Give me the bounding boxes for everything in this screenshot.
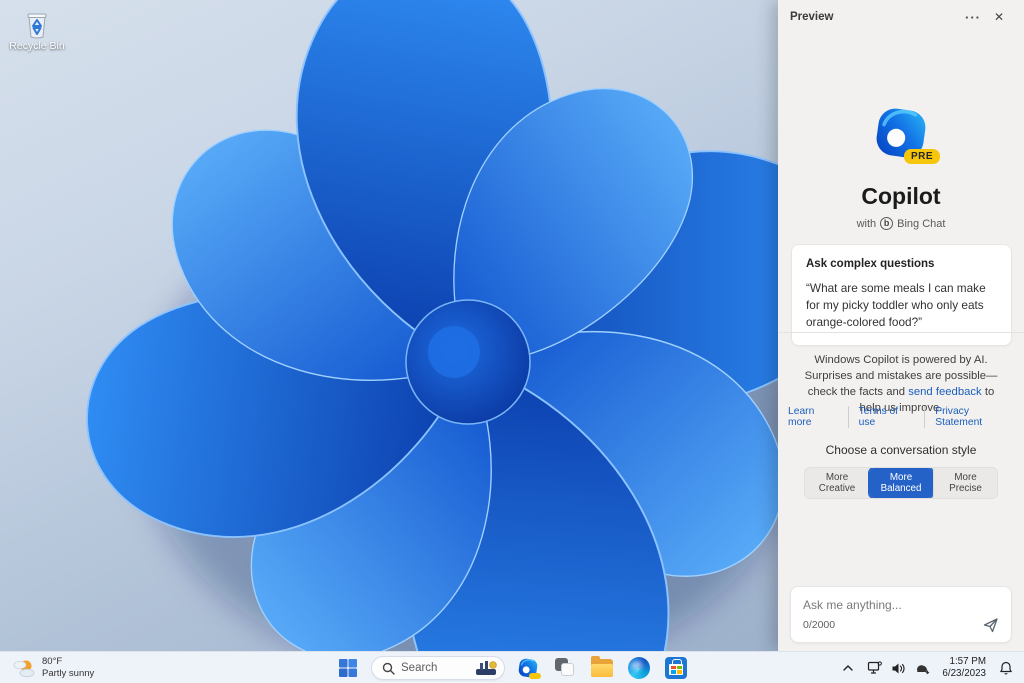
copilot-panel: Preview ··· ✕ PRE Copilot with b Bing Ch… [778, 0, 1024, 651]
windows-logo-icon [339, 659, 357, 677]
clock-date: 6/23/2023 [942, 668, 986, 679]
conversation-style-label: Choose a conversation style [825, 443, 977, 457]
suggestion-card-quote: “What are some meals I can make for my p… [806, 281, 986, 330]
chat-input[interactable] [803, 598, 999, 612]
send-icon [983, 618, 998, 633]
notification-bell-icon [1000, 661, 1012, 675]
weather-text: 80°F Partly sunny [42, 656, 94, 680]
style-option-2[interactable]: More Precise [933, 468, 997, 498]
volume-status[interactable] [886, 655, 910, 681]
taskbar-app-copilot[interactable] [514, 654, 542, 682]
start-button[interactable] [334, 654, 362, 682]
taskbar-app-edge[interactable] [625, 654, 653, 682]
character-counter: 0/2000 [803, 619, 836, 631]
desktop-wallpaper: Recycle Bin [0, 0, 778, 651]
weather-icon [12, 658, 36, 678]
search-icon [382, 662, 395, 675]
weather-condition: Partly sunny [42, 668, 95, 679]
chat-composer[interactable]: 0/2000 [790, 586, 1012, 643]
composer-bottom-row: 0/2000 [803, 615, 1001, 635]
style-option-0[interactable]: More Creative [805, 468, 869, 498]
microsoft-store-icon [665, 657, 687, 679]
footer-links: Learn more Terms of use Privacy Statemen… [778, 406, 1024, 428]
notification-center-button[interactable] [994, 655, 1018, 681]
weather-temperature: 80°F [42, 656, 63, 668]
speaker-icon [892, 663, 905, 673]
screen: Recycle Bin Preview ··· ✕ PRE Copilot wi… [0, 0, 1024, 683]
clock-widget[interactable]: 1:57 PM 6/23/2023 [936, 655, 992, 681]
copilot-subtitle: with b Bing Chat [778, 217, 1024, 230]
copilot-branding: PRE Copilot with b Bing Chat [778, 104, 1024, 230]
device-status[interactable] [910, 655, 934, 681]
panel-divider [778, 332, 1024, 333]
recycle-bin-icon [21, 8, 53, 40]
taskbar-app-task-view[interactable] [551, 654, 579, 682]
privacy-statement-link[interactable]: Privacy Statement [924, 406, 1024, 428]
bloom-wallpaper-art [86, 0, 778, 651]
subtitle-bing-chat: Bing Chat [897, 217, 946, 230]
copilot-logo: PRE [872, 104, 940, 164]
send-button[interactable] [981, 615, 1001, 635]
search-placeholder: Search [401, 662, 438, 674]
clock-time: 1:57 PM [949, 655, 987, 667]
more-options-button[interactable]: ··· [960, 5, 986, 29]
search-box[interactable]: Search [371, 656, 505, 680]
taskbar-system-tray: 1:57 PM 6/23/2023 [836, 652, 1022, 683]
tray-device-icon [916, 664, 930, 674]
learn-more-link[interactable]: Learn more [778, 406, 848, 428]
conversation-style-segmented-control: More Creative More Balanced More Precise [804, 467, 998, 499]
preview-label: Preview [790, 11, 834, 23]
copilot-title: Copilot [861, 183, 941, 209]
taskbar-app-file-explorer[interactable] [588, 654, 616, 682]
weather-widget[interactable]: 80°F Partly sunny [4, 652, 102, 683]
bing-chat-icon: b [880, 217, 894, 230]
taskbar-app-microsoft-store[interactable] [662, 654, 690, 682]
copilot-pre-mini-badge [529, 673, 541, 679]
conversation-style-chooser: Choose a conversation style More Creativ… [778, 443, 1024, 499]
taskbar: 80°F Partly sunny Search 1:57 PM 6/23/20… [0, 651, 1024, 683]
taskbar-center: Search [334, 652, 690, 683]
network-status[interactable] [862, 655, 886, 681]
close-button[interactable]: ✕ [986, 5, 1012, 29]
edge-icon [628, 657, 650, 679]
search-highlights-graphic [476, 661, 497, 675]
suggestion-card[interactable]: Ask complex questions “What are some mea… [791, 244, 1012, 347]
recycle-bin-shortcut[interactable]: Recycle Bin [8, 8, 66, 53]
terms-of-use-link[interactable]: Terms of use [847, 406, 925, 428]
close-icon: ✕ [993, 10, 1005, 24]
tray-overflow-chevron[interactable] [836, 655, 860, 681]
subtitle-with: with [856, 217, 877, 230]
pre-badge: PRE [903, 149, 940, 164]
more-options-icon: ··· [965, 9, 981, 25]
style-option-1[interactable]: More Balanced [868, 468, 934, 498]
file-explorer-icon [591, 656, 613, 677]
copilot-panel-header: Preview ··· ✕ [778, 0, 1024, 34]
chevron-up-icon [843, 665, 854, 671]
suggestion-card-title: Ask complex questions [806, 258, 935, 270]
recycle-bin-label: Recycle Bin [9, 40, 65, 52]
network-icon [867, 661, 882, 674]
tray-status-icons[interactable] [862, 655, 934, 681]
send-feedback-link[interactable]: send feedback [908, 386, 982, 398]
